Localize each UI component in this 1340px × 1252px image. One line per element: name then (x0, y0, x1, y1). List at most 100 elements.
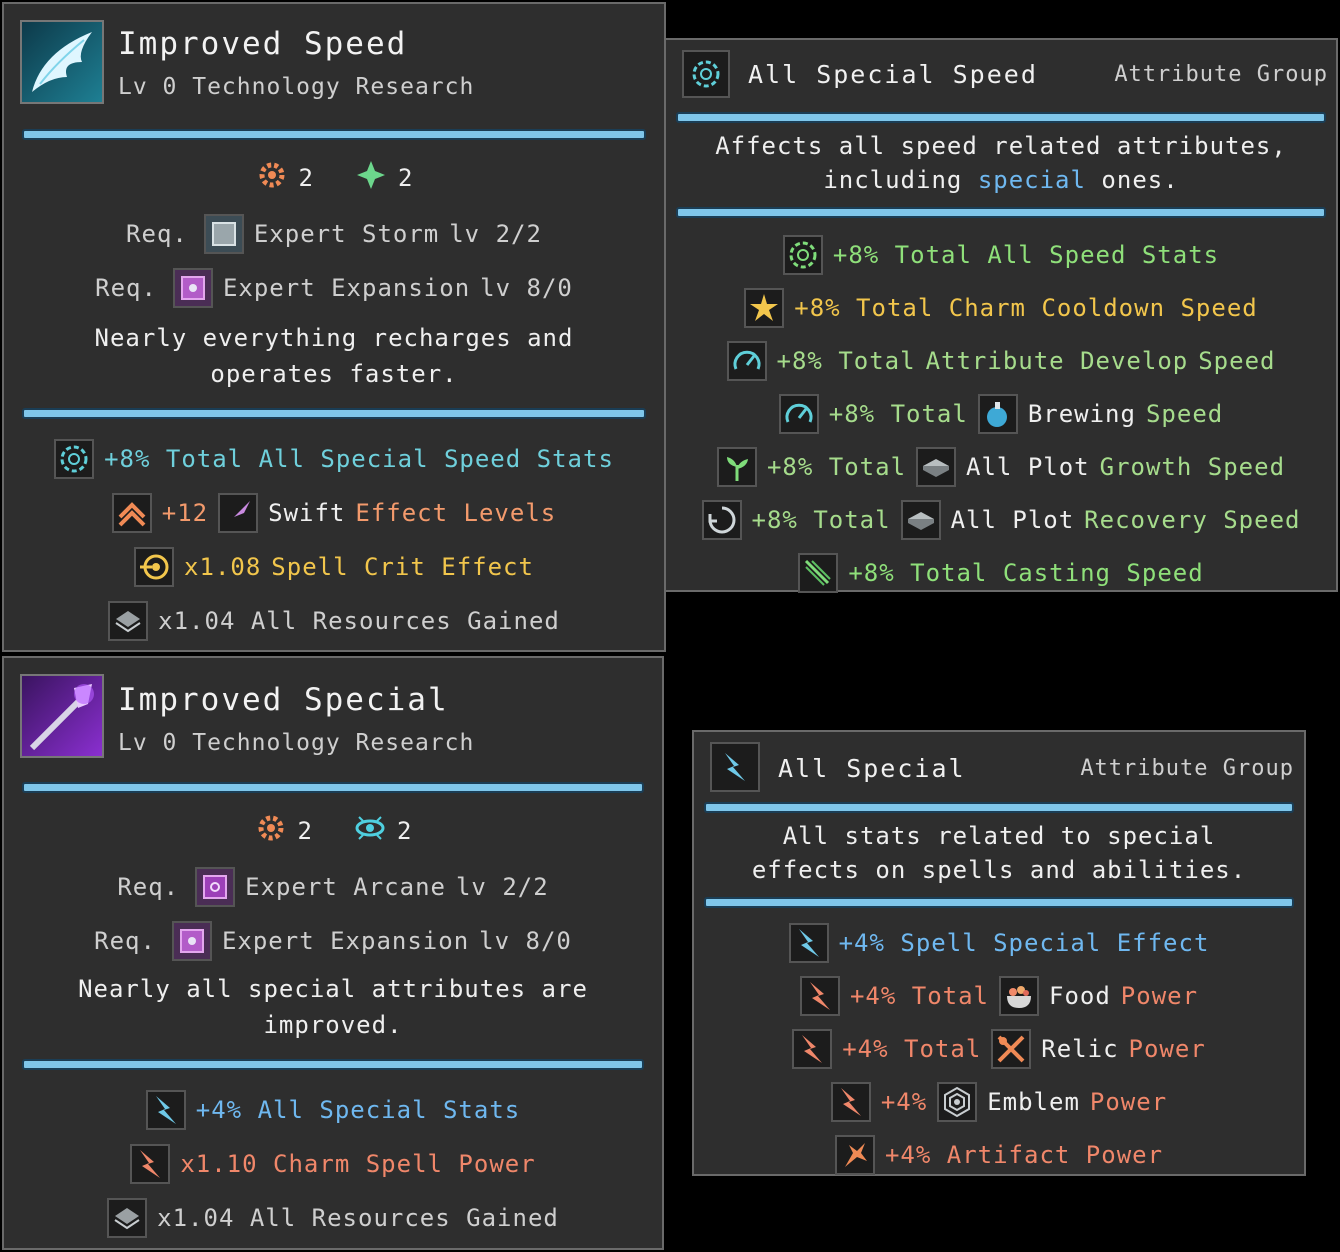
stat-target: Relic (1041, 1035, 1119, 1063)
speed-gear-icon (782, 235, 823, 275)
effect-row: x1.04 All Resources Gained (4, 597, 664, 645)
stat-row: +8% Total Charm Cooldown Speed (666, 285, 1336, 331)
stat-text: Power (1089, 1088, 1168, 1116)
gear-cost-icon (255, 158, 289, 198)
cost-value: 2 (298, 164, 314, 192)
effect-text: +8% Total All Special Speed Stats (104, 445, 614, 473)
plot-icon (900, 500, 941, 540)
requirement-row: Req. Expert Storm lv 2/2 (4, 210, 664, 258)
stat-text: Recovery Speed (1084, 506, 1301, 534)
req-name: Expert Expansion (221, 927, 470, 955)
divider (676, 112, 1326, 123)
effect-row: x1.10 Charm Spell Power (4, 1140, 662, 1188)
casting-icon (798, 553, 839, 593)
effect-value: +12 (161, 499, 209, 527)
tooltip-all-special-speed: All Special Speed Attribute Group Affect… (664, 38, 1338, 593)
description-line: operates faster. (210, 360, 458, 388)
req-name: Expert Arcane (245, 873, 446, 901)
eye-cost-icon (353, 811, 387, 851)
tooltip-improved-special: Improved Special Lv 0 Technology Researc… (2, 656, 664, 1250)
plot-icon (916, 447, 957, 487)
cost-value: 2 (297, 817, 313, 845)
sprout-icon (716, 447, 757, 487)
group-tag: Attribute Group (1080, 756, 1294, 781)
resources-icon (108, 601, 149, 641)
potion-icon (977, 394, 1018, 434)
stat-target: Brewing (1027, 400, 1136, 428)
stat-row: +8% Total Casting Speed (666, 550, 1336, 596)
effect-value: x1.08 (184, 553, 262, 581)
description-line: Nearly everything recharges and (94, 324, 574, 352)
charm-lightning-icon (130, 1144, 171, 1184)
divider (22, 782, 644, 793)
stat-text: +4% Artifact Power (884, 1141, 1164, 1169)
effect-row: x1.08 Spell Crit Effect (4, 543, 664, 591)
effect-text: Effect Levels (355, 499, 557, 527)
group-title: All Special (778, 754, 966, 783)
stat-row: +8% Total All Plot Recovery Speed (666, 497, 1336, 543)
divider (704, 802, 1294, 813)
spellbook-icon (172, 268, 213, 308)
requirement-row: Req. Expert Arcane lv 2/2 (4, 863, 662, 911)
requirement-row: Req. Expert Expansion lv 8/0 (4, 917, 662, 965)
stat-row: +8% Total Attribute Develop Speed (666, 338, 1336, 384)
divider (676, 207, 1326, 218)
effect-text: Spell Crit Effect (271, 553, 534, 581)
stat-text: +4% (880, 1088, 928, 1116)
stat-text: +8% Total (828, 400, 968, 428)
description-line: effects on spells and abilities. (751, 856, 1247, 884)
group-tag: Attribute Group (1114, 62, 1328, 87)
stat-row: +8% Total All Speed Stats (666, 232, 1336, 278)
divider (704, 897, 1294, 908)
stat-text: +4% Total (842, 1035, 982, 1063)
book-icon (203, 214, 244, 254)
stat-text: +8% Total (766, 453, 907, 481)
tooltip-improved-speed: Improved Speed Lv 0 Technology Research … (2, 2, 666, 652)
requirement-row: Req. Expert Expansion lv 8/0 (4, 264, 664, 312)
effect-row: x1.04 All Resources Gained (4, 1194, 662, 1242)
subtitle: Lv 0 Technology Research (118, 74, 475, 100)
divider (22, 129, 646, 140)
req-level: lv 8/0 (479, 927, 572, 955)
charm-lightning-icon (799, 976, 840, 1016)
stat-text: Power (1128, 1035, 1206, 1063)
stat-target: All Plot (966, 453, 1090, 481)
description-line: including special ones. (666, 163, 1336, 197)
description-line: improved. (263, 1011, 403, 1039)
stat-row: +4% Spell Special Effect (694, 920, 1304, 966)
stat-text: Growth Speed (1099, 453, 1286, 481)
description: Nearly all special attributes are improv… (4, 971, 662, 1043)
req-name: Expert Expansion (222, 274, 471, 302)
req-label: Req. (95, 274, 157, 302)
stat-row: +4% Emblem Power (694, 1079, 1304, 1125)
stat-text: Speed (1145, 400, 1224, 428)
effect-row: +12 Swift Effect Levels (4, 489, 664, 537)
stat-row: +8% Total All Plot Growth Speed (666, 444, 1336, 490)
stat-row: +8% Total Brewing Speed (666, 391, 1336, 437)
speed-gear-icon (54, 439, 95, 479)
divider (22, 408, 646, 419)
req-level: lv 2/2 (455, 873, 549, 901)
effect-text: x1.10 Charm Spell Power (180, 1150, 536, 1178)
stat-text: +4% Spell Special Effect (838, 929, 1210, 957)
swift-icon (218, 493, 259, 533)
cost-value: 2 (398, 164, 414, 192)
speed-gear-icon (682, 50, 730, 98)
group-title: All Special Speed (748, 60, 1038, 89)
tooltip-all-special: All Special Attribute Group All stats re… (692, 730, 1306, 1176)
stat-row: +4% Artifact Power (694, 1132, 1304, 1178)
subtitle: Lv 0 Technology Research (118, 730, 475, 756)
req-label: Req. (117, 873, 180, 901)
desc-text: including (823, 166, 963, 194)
page-title: Improved Speed (118, 26, 408, 62)
wing-portrait (20, 20, 104, 104)
stat-text: +8% Total Casting Speed (848, 559, 1204, 587)
lightning-icon (788, 923, 829, 963)
emblem-icon (937, 1082, 978, 1122)
resources-icon (107, 1198, 148, 1238)
page-title: Improved Special (118, 682, 449, 718)
charm-star-icon (744, 288, 785, 328)
stat-target: Emblem (987, 1088, 1080, 1116)
stat-text: +8% Total Charm Cooldown Speed (794, 294, 1258, 322)
req-level: lv 2/2 (449, 220, 542, 248)
